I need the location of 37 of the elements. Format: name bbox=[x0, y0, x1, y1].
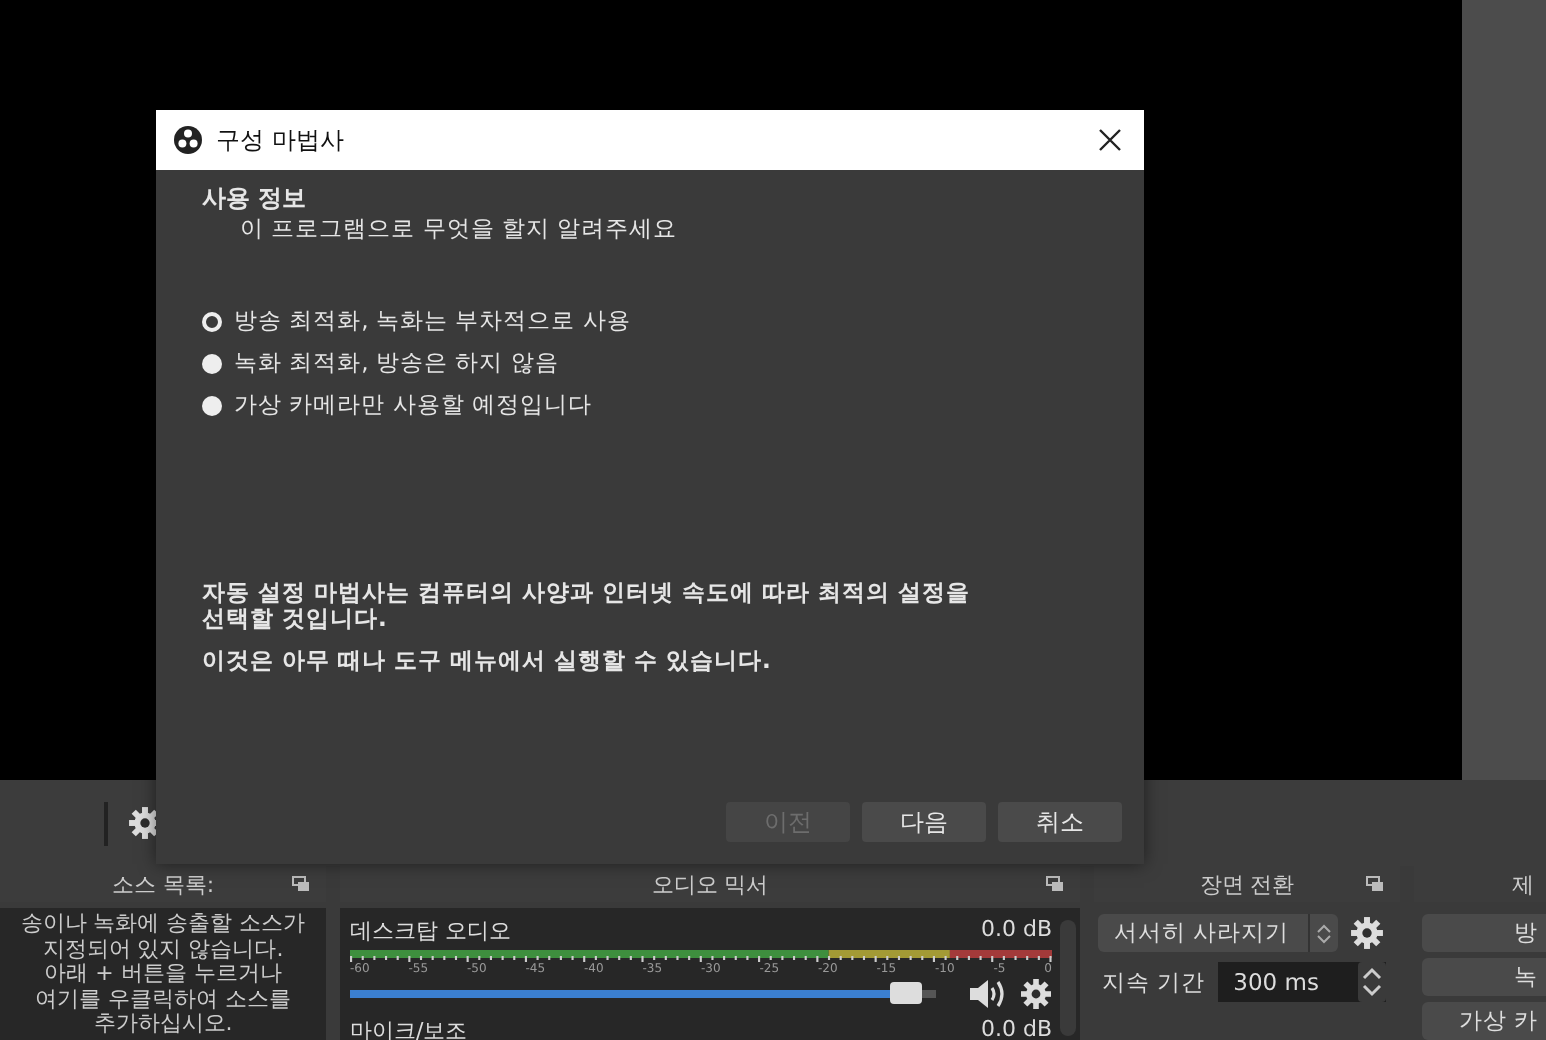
float-icon bbox=[1046, 876, 1064, 892]
dock-title: 소스 목록: bbox=[111, 869, 215, 899]
close-icon bbox=[1098, 128, 1122, 152]
radio-button[interactable] bbox=[202, 353, 222, 373]
option-label[interactable]: 방송 최적화, 녹화는 부차적으로 사용 bbox=[234, 306, 631, 336]
dock-title: 제 bbox=[1512, 869, 1534, 899]
option-label[interactable]: 녹화 최적화, 방송은 하지 않음 bbox=[234, 348, 559, 378]
transition-dropdown[interactable]: 서서히 사라지기 bbox=[1098, 914, 1338, 952]
channel-name: 데스크탑 오디오 bbox=[350, 916, 511, 944]
info-text: 이것은 아무 때나 도구 메뉴에서 실행할 수 있습니다. bbox=[202, 648, 773, 674]
app-logo-icon bbox=[174, 126, 202, 154]
gear-icon[interactable] bbox=[1020, 978, 1052, 1010]
speaker-icon[interactable] bbox=[968, 978, 1008, 1010]
slider-thumb[interactable] bbox=[890, 982, 923, 1004]
float-icon bbox=[292, 876, 310, 892]
section-subheading: 이 프로그램으로 무엇을 할지 알려주세요 bbox=[238, 216, 680, 242]
float-icon bbox=[1366, 876, 1384, 892]
radio-button[interactable] bbox=[202, 311, 222, 331]
control-button[interactable]: 방 bbox=[1422, 914, 1546, 952]
dock-title: 오디오 믹서 bbox=[651, 869, 769, 899]
wizard-button[interactable]: 취소 bbox=[998, 802, 1122, 842]
duration-field[interactable]: 300 ms bbox=[1217, 962, 1386, 1002]
dock-title: 장면 전환 bbox=[1199, 869, 1295, 899]
radio-button[interactable] bbox=[202, 395, 222, 415]
empty-sources-message: 송이나 녹화에 송출할 소스가 지정되어 있지 않습니다. 아래 + 버튼을 누르거나 여기를 우클릭하여 소스를 추가하십시오. bbox=[18, 908, 308, 1037]
section-heading: 사용 정보 bbox=[202, 182, 309, 216]
gear-icon[interactable] bbox=[1350, 916, 1384, 950]
control-button[interactable]: 녹 bbox=[1422, 958, 1546, 996]
control-button[interactable]: 가상 카 bbox=[1422, 1002, 1546, 1040]
info-text: 자동 설정 마법사는 컴퓨터의 사양과 인터넷 속도에 따라 최적의 설정을 선택할 것입니다. bbox=[202, 580, 973, 632]
dialog-title: 구성 마법사 bbox=[216, 123, 344, 157]
duration-label: 지속 기간 bbox=[1100, 967, 1206, 997]
volume-reading: 0.0 dB bbox=[980, 916, 1052, 944]
option-label[interactable]: 가상 카메라만 사용할 예정입니다 bbox=[234, 390, 592, 420]
up-down-chevron-icon bbox=[1316, 921, 1332, 945]
wizard-button[interactable]: 다음 bbox=[862, 802, 986, 842]
volume-reading: 0.0 dB bbox=[980, 1016, 1052, 1040]
